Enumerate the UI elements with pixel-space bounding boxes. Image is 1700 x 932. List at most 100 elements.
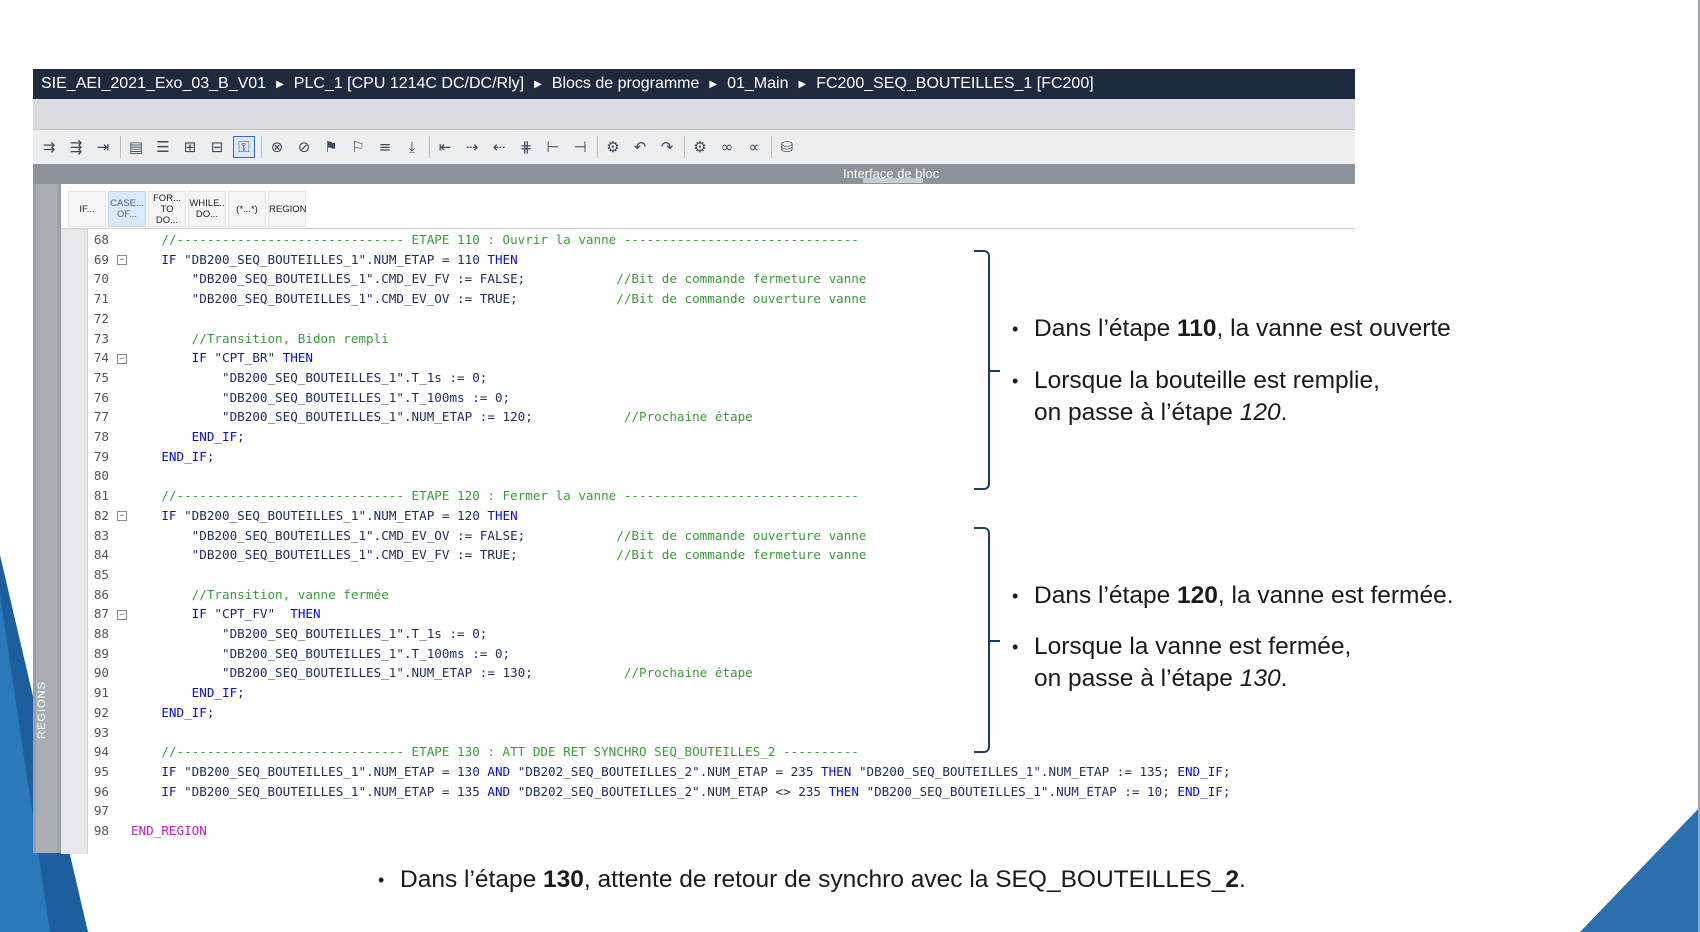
code-text: ;	[237, 685, 245, 701]
code-text: "DB200_SEQ_BOUTEILLES_1".NUM_ETAP = 130	[176, 763, 488, 779]
go-to-icon[interactable]: ↶	[630, 137, 650, 157]
code-comment: //------------------------------ ETAPE 1…	[131, 744, 859, 760]
if-button[interactable]: IF...	[68, 191, 106, 227]
code-line[interactable]: 80	[87, 466, 131, 486]
code-line[interactable]: 98 END_REGION	[87, 821, 207, 841]
code-line[interactable]: 81 //------------------------------ ETAP…	[87, 486, 859, 506]
code-keyword: THEN	[487, 251, 518, 267]
code-line[interactable]: 95 IF "DB200_SEQ_BOUTEILLES_1".NUM_ETAP …	[87, 762, 1231, 782]
comment-lines-icon[interactable]: ⊢	[543, 137, 563, 157]
code-line[interactable]: 72	[87, 309, 131, 329]
code-line[interactable]: 71 "DB200_SEQ_BOUTEILLES_1".CMD_EV_OV :=…	[87, 289, 867, 309]
breadcrumb-project[interactable]: SIE_AEI_2021_Exo_03_B_V01	[41, 75, 266, 93]
code-line[interactable]: 96 IF "DB200_SEQ_BOUTEILLES_1".NUM_ETAP …	[87, 782, 1231, 802]
indent-icon[interactable]: ⇤	[435, 137, 455, 157]
annotation-bold: 2	[1225, 866, 1239, 893]
glasses-on-icon[interactable]: ∞	[717, 137, 737, 157]
code-line[interactable]: 82− IF "DB200_SEQ_BOUTEILLES_1".NUM_ETAP…	[87, 506, 518, 526]
comment-icon[interactable]: ≡	[375, 137, 395, 157]
database-icon[interactable]: ⛁	[777, 137, 797, 157]
regions-panel[interactable]: REGIONS	[33, 184, 61, 853]
comment-block-button[interactable]: (*...*)	[228, 191, 266, 227]
code-keyword: THEN	[828, 783, 859, 799]
move-block-icon[interactable]: ⇥	[93, 137, 113, 157]
code-line[interactable]: 70 "DB200_SEQ_BOUTEILLES_1".CMD_EV_FV :=…	[87, 269, 867, 289]
code-text: ;	[237, 429, 245, 444]
code-line[interactable]: 91 END_IF;	[87, 683, 245, 703]
breadcrumb-program-blocks[interactable]: Blocs de programme	[552, 75, 700, 93]
for-to-do-button[interactable]: FOR... TO DO...	[148, 191, 186, 227]
while-do-button[interactable]: WHILE.. DO...	[188, 191, 226, 227]
code-line[interactable]: 75 "DB200_SEQ_BOUTEILLES_1".T_1s := 0;	[87, 368, 488, 388]
uncomment-lines-icon[interactable]: ⊣	[570, 137, 590, 157]
code-line[interactable]: 85	[87, 565, 131, 585]
region-button[interactable]: REGION	[268, 191, 306, 227]
annotation-text: on passe à l’étape	[1034, 399, 1240, 426]
code-line[interactable]: 86 //Transition, vanne fermée	[87, 585, 389, 605]
code-line[interactable]: 78 END_IF;	[87, 427, 245, 447]
code-keyword: IF	[191, 606, 207, 622]
breadcrumb-plc[interactable]: PLC_1 [CPU 1214C DC/DC/Rly]	[294, 75, 524, 93]
clear-icon[interactable]: ▤	[126, 137, 146, 157]
list-icon[interactable]: ☰	[153, 137, 173, 157]
line-number: 72	[93, 310, 109, 326]
download-icon[interactable]: ⤓	[402, 137, 422, 157]
code-line[interactable]: 92 END_IF;	[87, 703, 215, 723]
code-line[interactable]: 68 //------------------------------ ETAP…	[87, 230, 859, 250]
line-number: 98	[93, 823, 109, 838]
return-icon[interactable]: ↷	[657, 137, 677, 157]
code-line[interactable]: 74− IF "CPT_BR" THEN	[87, 348, 313, 368]
code-line[interactable]: 69− IF "DB200_SEQ_BOUTEILLES_1".NUM_ETAP…	[87, 250, 518, 270]
insert-network-icon[interactable]: ⇉	[39, 137, 59, 157]
splitter-handle[interactable]	[863, 178, 923, 183]
breadcrumb-main[interactable]: 01_Main	[727, 75, 788, 93]
breadcrumb-block[interactable]: FC200_SEQ_BOUTEILLES_1 [FC200]	[816, 75, 1093, 93]
code-line[interactable]: 94 //------------------------------ ETAP…	[87, 742, 859, 762]
code-line[interactable]: 88 "DB200_SEQ_BOUTEILLES_1".T_1s := 0;	[87, 624, 488, 644]
code-line[interactable]: 90 "DB200_SEQ_BOUTEILLES_1".NUM_ETAP := …	[87, 663, 753, 683]
code-line[interactable]: 79 END_IF;	[87, 447, 215, 467]
code-line[interactable]: 87− IF "CPT_FV" THEN	[87, 604, 321, 624]
code-line[interactable]: 89 "DB200_SEQ_BOUTEILLES_1".T_100ms := 0…	[87, 644, 510, 664]
line-number: 76	[93, 389, 109, 405]
block-interface-bar[interactable]: Interface de bloc	[33, 164, 1355, 184]
code-line[interactable]: 77 "DB200_SEQ_BOUTEILLES_1".NUM_ETAP := …	[87, 407, 753, 427]
toggle-breakpoint-icon[interactable]: ⊗	[267, 137, 287, 157]
clear-breakpoints-icon[interactable]: ⊘	[294, 137, 314, 157]
toolbar-separator	[771, 136, 772, 158]
code-line[interactable]: 97	[87, 801, 131, 821]
collapse-icon[interactable]: −	[117, 353, 127, 364]
code-text: ;	[206, 704, 215, 720]
line-number: 95	[93, 763, 109, 779]
glasses-off-icon[interactable]: ∝	[744, 137, 764, 157]
bookmark-icon[interactable]: ⚑	[321, 137, 341, 157]
delete-network-icon[interactable]: ⇶	[66, 137, 86, 157]
format-icon[interactable]: ⋕	[516, 137, 536, 157]
collapse-icon[interactable]: −	[117, 609, 127, 620]
code-keyword: THEN	[290, 606, 321, 622]
line-number: 78	[93, 429, 109, 444]
button-label: DO...	[195, 209, 219, 220]
import-icon[interactable]: ⊞	[180, 137, 200, 157]
code-line[interactable]: 93	[87, 723, 131, 743]
decrease-indent-icon[interactable]: ⇠	[489, 137, 509, 157]
absolute-operands-icon[interactable]: ⚿	[233, 136, 255, 158]
code-keyword: END_IF	[191, 429, 238, 444]
settings-icon[interactable]: ⚙	[690, 137, 710, 157]
code-keyword: END_IF	[191, 685, 238, 701]
annotation-text: , la vanne est ouverte	[1216, 315, 1451, 342]
increase-indent-icon[interactable]: ⇢	[462, 137, 482, 157]
chevron-right-icon: ▶	[276, 78, 284, 90]
code-line[interactable]: 83 "DB200_SEQ_BOUTEILLES_1".CMD_EV_OV :=…	[87, 526, 867, 546]
monitor-icon[interactable]: ⚙	[603, 137, 623, 157]
code-line[interactable]: 73 //Transition, Bidon rempli	[87, 329, 389, 349]
collapse-icon[interactable]: −	[117, 255, 127, 266]
case-of-button[interactable]: CASE... OF...	[108, 191, 146, 227]
code-line[interactable]: 76 "DB200_SEQ_BOUTEILLES_1".T_100ms := 0…	[87, 388, 510, 408]
code-comment: //Bit de commande fermeture vanne	[616, 547, 867, 563]
collapse-icon[interactable]: −	[117, 511, 127, 522]
bookmark-next-icon[interactable]: ⚐	[348, 137, 368, 157]
code-line[interactable]: 84 "DB200_SEQ_BOUTEILLES_1".CMD_EV_FV :=…	[87, 545, 867, 565]
export-icon[interactable]: ⊟	[207, 137, 227, 157]
